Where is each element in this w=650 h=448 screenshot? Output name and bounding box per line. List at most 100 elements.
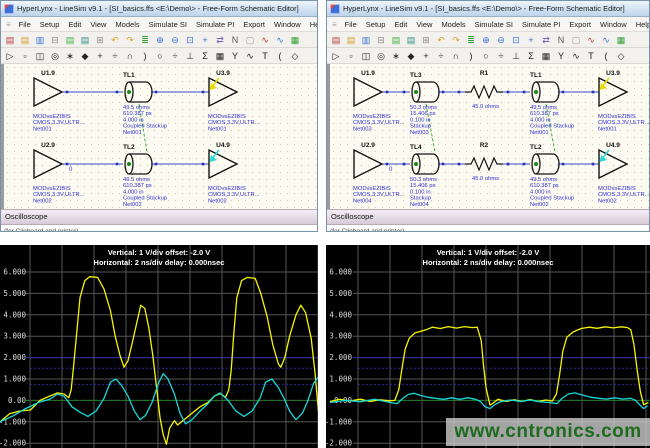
add-circle-icon[interactable]: ○	[480, 50, 492, 62]
wire-pin[interactable]	[458, 163, 461, 166]
add-diamond-icon[interactable]: ◇	[615, 50, 627, 62]
zoom-in-icon[interactable]: ⊕	[480, 34, 492, 46]
add-via-icon[interactable]: ÷	[109, 50, 121, 62]
menu-file[interactable]: File	[341, 20, 361, 29]
print-icon[interactable]: ⊟	[49, 34, 61, 46]
add-circle-icon[interactable]: ○	[154, 50, 166, 62]
wire-pin[interactable]	[442, 91, 445, 94]
zoom-region-icon[interactable]: ⊡	[184, 34, 196, 46]
wire-pin[interactable]	[442, 163, 445, 166]
add-node-icon[interactable]: ◆	[405, 50, 417, 62]
add-star-icon[interactable]: ∗	[64, 50, 76, 62]
menu-file[interactable]: File	[15, 20, 35, 29]
save-file-icon[interactable]: ▥	[360, 34, 372, 46]
wire-pin[interactable]	[386, 163, 389, 166]
add-coupled-icon[interactable]: Σ	[525, 50, 537, 62]
wire-pin[interactable]	[507, 91, 510, 94]
zoom-region-icon[interactable]: ⊡	[510, 34, 522, 46]
buffer-symbol[interactable]	[209, 150, 237, 178]
wire-pin[interactable]	[116, 91, 119, 94]
wire-pin[interactable]	[562, 163, 565, 166]
add-y-icon[interactable]: Y	[229, 50, 241, 62]
stackup-editor-icon[interactable]: ≣	[139, 34, 151, 46]
wire-pin[interactable]	[403, 163, 406, 166]
menu-simulate-pi[interactable]: Simulate PI	[518, 20, 564, 29]
add-board-icon[interactable]: ▦	[540, 50, 552, 62]
add-ic-icon[interactable]: ◫	[34, 50, 46, 62]
print-preview-icon[interactable]: ⊞	[420, 34, 432, 46]
wire-pin[interactable]	[403, 91, 406, 94]
add-wave-icon[interactable]: ∿	[570, 50, 582, 62]
wire-pin[interactable]	[66, 91, 69, 94]
add-bend-icon[interactable]: )	[139, 50, 151, 62]
paste-icon[interactable]: ▤	[79, 34, 91, 46]
wire-pin[interactable]	[116, 163, 119, 166]
wire-pin[interactable]	[155, 163, 158, 166]
menu-help[interactable]: Help	[306, 20, 317, 29]
add-text-icon[interactable]: T	[585, 50, 597, 62]
buffer-symbol[interactable]	[34, 78, 62, 106]
wire-pin[interactable]	[202, 91, 205, 94]
wire-pin[interactable]	[386, 91, 389, 94]
wire-pin[interactable]	[507, 163, 510, 166]
select-region-icon[interactable]: ▫	[345, 50, 357, 62]
add-paren-icon[interactable]: (	[274, 50, 286, 62]
menu-simulate-si[interactable]: Simulate SI	[471, 20, 517, 29]
scope-icon[interactable]: ∿	[274, 34, 286, 46]
wire-pin[interactable]	[202, 163, 205, 166]
add-via-icon[interactable]: ÷	[435, 50, 447, 62]
add-arc-icon[interactable]: ∩	[124, 50, 136, 62]
board-viewer-icon[interactable]: ▦	[615, 34, 627, 46]
add-wave-icon[interactable]: ∿	[244, 50, 256, 62]
wire-pin[interactable]	[66, 163, 69, 166]
add-plus-icon[interactable]: +	[420, 50, 432, 62]
save-file-icon[interactable]: ▥	[34, 34, 46, 46]
menu-edit[interactable]: Edit	[390, 20, 411, 29]
blank-doc-icon[interactable]: ▢	[244, 34, 256, 46]
wizard-icon[interactable]: ∿	[259, 34, 271, 46]
add-text-icon[interactable]: T	[259, 50, 271, 62]
wizard-icon[interactable]: ∿	[585, 34, 597, 46]
menu-simulate-pi[interactable]: Simulate PI	[192, 20, 238, 29]
open-file-icon[interactable]: ▤	[19, 34, 31, 46]
add-star-icon[interactable]: ∗	[390, 50, 402, 62]
add-node-icon[interactable]: ◆	[79, 50, 91, 62]
menu-setup[interactable]: Setup	[36, 20, 64, 29]
add-diamond-icon[interactable]: ◇	[289, 50, 301, 62]
copy-icon[interactable]: ▤	[390, 34, 402, 46]
redo-icon[interactable]: ↷	[450, 34, 462, 46]
print-icon[interactable]: ⊟	[375, 34, 387, 46]
add-divider-icon[interactable]: ÷	[495, 50, 507, 62]
undo-icon[interactable]: ↶	[435, 34, 447, 46]
zoom-out-icon[interactable]: ⊖	[169, 34, 181, 46]
select-region-icon[interactable]: ▫	[19, 50, 31, 62]
export-netlist-icon[interactable]: ⇄	[214, 34, 226, 46]
buffer-symbol[interactable]	[354, 78, 382, 106]
board-viewer-icon[interactable]: ▦	[289, 34, 301, 46]
add-coupled-icon[interactable]: Σ	[199, 50, 211, 62]
add-paren-icon[interactable]: (	[600, 50, 612, 62]
wire-pin[interactable]	[562, 91, 565, 94]
print-preview-icon[interactable]: ⊞	[94, 34, 106, 46]
buffer-symbol[interactable]	[34, 150, 62, 178]
resistor-symbol[interactable]	[465, 158, 503, 170]
schematic-canvas[interactable]: U1.9MODvsEZIBISCMOS,3.3V,ULTR...Net003TL…	[327, 64, 649, 209]
paste-icon[interactable]: ▤	[405, 34, 417, 46]
run-probe-icon[interactable]: ▷	[330, 50, 342, 62]
oscilloscope-panel-header[interactable]: Oscilloscope	[327, 209, 649, 225]
resistor-symbol[interactable]	[465, 86, 503, 98]
oscilloscope-display-right[interactable]: 6.0005.0004.0003.0002.0001.0000.00-1.000…	[326, 245, 650, 448]
copy-icon[interactable]: ▤	[64, 34, 76, 46]
wire-pin[interactable]	[155, 91, 158, 94]
add-arc-icon[interactable]: ∩	[450, 50, 462, 62]
add-tline-icon[interactable]: ⊥	[184, 50, 196, 62]
menu-export[interactable]: Export	[565, 20, 595, 29]
oscilloscope-panel-header[interactable]: Oscilloscope	[1, 209, 317, 225]
redo-icon[interactable]: ↷	[124, 34, 136, 46]
titlebar[interactable]: HyperLynx - LineSim v9.1 - [SI_basics.ff…	[1, 1, 317, 17]
buffer-symbol[interactable]	[354, 150, 382, 178]
net-names-icon[interactable]: N	[555, 34, 567, 46]
titlebar[interactable]: HyperLynx - LineSim v9.1 - [SI_basics.ff…	[327, 1, 649, 17]
run-probe-icon[interactable]: ▷	[4, 50, 16, 62]
wire-pin[interactable]	[592, 163, 595, 166]
